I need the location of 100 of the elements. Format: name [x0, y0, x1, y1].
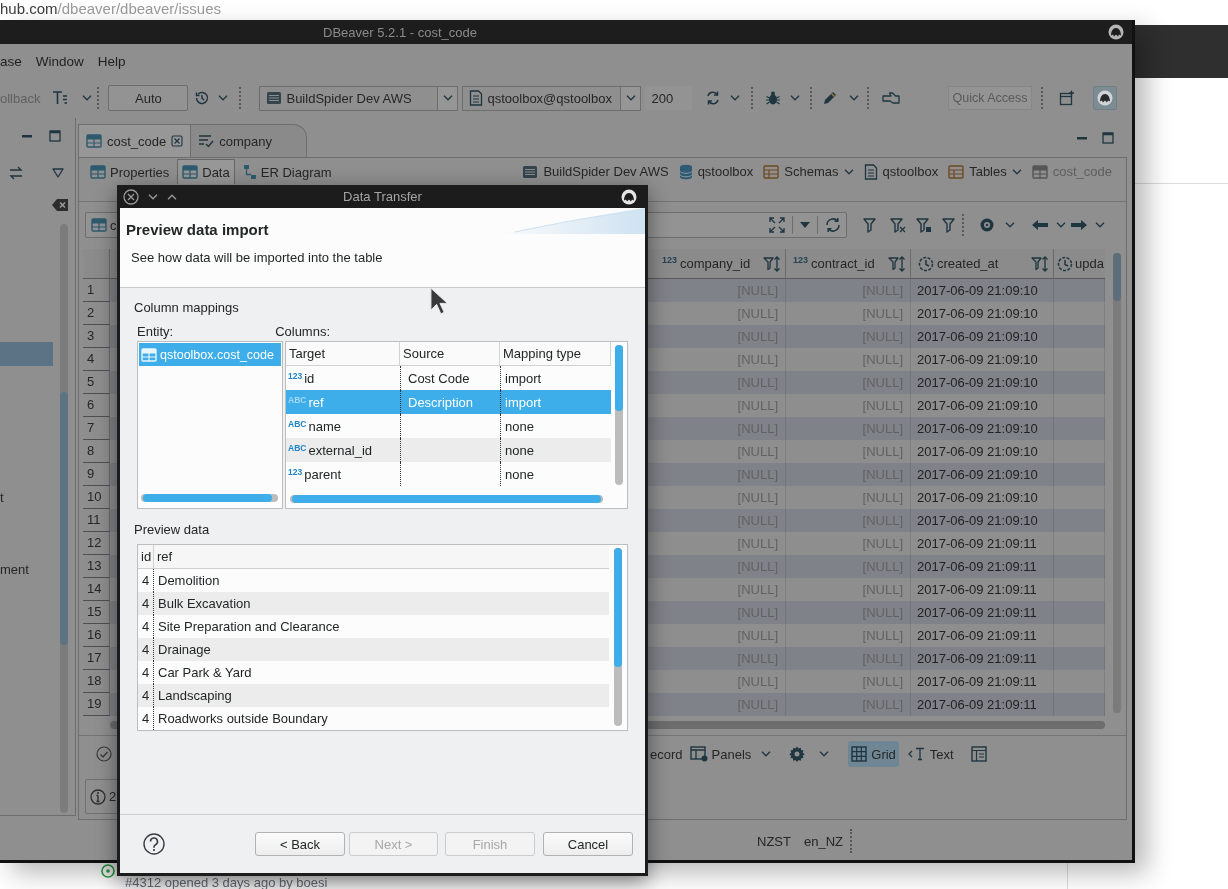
clock-icon	[1057, 255, 1073, 272]
chevron-down-icon[interactable]	[218, 95, 229, 101]
view-tab[interactable]: Properties	[85, 159, 175, 184]
close-icon[interactable]	[171, 135, 184, 147]
wizard-button[interactable]: Cancel	[543, 832, 633, 856]
view-tab[interactable]: ER Diagram	[237, 159, 337, 184]
dropdown-button[interactable]	[620, 86, 641, 110]
row-number: 3	[83, 325, 110, 348]
dropdown-button[interactable]	[437, 86, 458, 110]
table-cell: Landscaping	[153, 684, 232, 707]
menu-item[interactable]: Help	[97, 53, 126, 69]
breadcrumb-item[interactable]: qstoolbox	[863, 163, 939, 180]
history-icon[interactable]	[194, 90, 211, 106]
chevron-down-icon[interactable]	[82, 95, 93, 101]
tree-item[interactable]: ment	[0, 558, 53, 582]
breadcrumb-item[interactable]: Schemas	[763, 164, 854, 179]
vertical-scrollbar[interactable]	[615, 345, 623, 485]
column-header[interactable]: Source	[400, 342, 500, 365]
column-header[interactable]: upda	[1054, 249, 1105, 278]
expand-icon[interactable]	[769, 217, 785, 233]
chevron-down-icon[interactable]	[1095, 222, 1105, 228]
table-cell: Bulk Excavation	[153, 592, 251, 615]
caret-down-icon[interactable]	[800, 222, 810, 228]
chevron-down-icon[interactable]	[1005, 222, 1015, 228]
connection-combo[interactable]: BuildSpider Dev AWS	[259, 85, 459, 111]
check-circle-icon[interactable]	[96, 746, 112, 762]
chevron-down-icon[interactable]	[1056, 222, 1066, 228]
filter-clear-icon[interactable]	[890, 217, 906, 233]
menu-item[interactable]: ase	[0, 53, 22, 69]
text-format-icon[interactable]	[52, 90, 69, 106]
window-add-icon[interactable]	[1059, 90, 1076, 106]
editor-tab[interactable]: company	[191, 124, 307, 157]
fetch-size-field[interactable]: 200	[645, 86, 693, 110]
refresh-icon[interactable]	[825, 217, 841, 233]
close-icon[interactable]	[123, 188, 139, 205]
text-mode-icon	[907, 747, 926, 761]
menu-item[interactable]: Window	[35, 53, 84, 69]
breadcrumb-item[interactable]: qstoolbox	[678, 163, 754, 180]
row-number: 19	[83, 693, 110, 716]
triangle-down-icon[interactable]	[52, 168, 64, 178]
bug-icon[interactable]	[765, 90, 782, 106]
editor-tab[interactable]: cost_code	[78, 124, 192, 157]
help-icon[interactable]	[143, 833, 165, 855]
chevron-down-icon[interactable]	[819, 751, 830, 757]
settings-icon[interactable]	[789, 746, 806, 762]
row-number: 16	[83, 624, 110, 647]
table-cell: import	[500, 390, 611, 414]
filter-icon[interactable]	[942, 217, 958, 233]
perspective-button[interactable]	[1093, 86, 1118, 110]
vertical-scrollbar[interactable]	[1113, 253, 1121, 713]
maximize-icon[interactable]	[48, 129, 62, 143]
column-header[interactable]: Mapping type	[500, 342, 611, 365]
entity-item[interactable]: qstoolbox.cost_code	[139, 343, 281, 366]
column-header[interactable]: 123 contract_id	[786, 249, 911, 278]
swap-arrows-icon[interactable]	[8, 165, 24, 181]
horizontal-scrollbar[interactable]	[290, 495, 603, 503]
table-cell-text: 4	[141, 618, 151, 636]
column-header[interactable]: created_at	[911, 249, 1054, 278]
clear-icon[interactable]	[51, 198, 69, 212]
horizontal-scrollbar[interactable]	[141, 494, 278, 502]
table-cell: 2017-06-09 21:09:11	[911, 693, 1054, 716]
arrow-right-icon[interactable]	[1070, 219, 1088, 231]
column-header[interactable]: ref	[154, 545, 609, 568]
table-cell-text: 4	[141, 664, 151, 682]
filter-icon[interactable]	[863, 217, 879, 233]
target-icon[interactable]	[979, 217, 995, 233]
column-header[interactable]: Target	[286, 342, 400, 365]
arrow-left-icon[interactable]	[1031, 219, 1049, 231]
hand-icon[interactable]	[882, 91, 901, 105]
pen-icon[interactable]	[822, 90, 839, 106]
table-icon	[182, 165, 199, 179]
breadcrumb-item[interactable]: BuildSpider Dev AWS	[522, 163, 669, 180]
row-number: 9	[83, 463, 110, 486]
schema-combo[interactable]: qstoolbox@qstoolbox	[462, 85, 642, 111]
row-number: 6	[83, 394, 110, 417]
vertical-scrollbar[interactable]	[60, 224, 68, 813]
wizard-button[interactable]: < Back	[255, 832, 345, 856]
maximize-icon[interactable]	[1101, 130, 1115, 145]
panels-button[interactable]: Panels	[689, 741, 772, 767]
chevron-down-icon	[625, 95, 636, 101]
view-tab[interactable]: Data	[177, 159, 235, 184]
chevron-down-icon[interactable]	[730, 95, 741, 101]
commit-mode-button[interactable]: Auto	[108, 85, 189, 111]
chevron-down-icon[interactable]	[148, 193, 158, 200]
tree-item[interactable]: t	[0, 486, 53, 510]
chevron-up-icon[interactable]	[167, 193, 177, 200]
field-label: Columns:	[275, 324, 331, 340]
chevron-down-icon[interactable]	[790, 95, 801, 101]
breadcrumb-item[interactable]: Tables	[948, 164, 1022, 179]
view-toggle[interactable]: Text	[904, 741, 957, 767]
sync-icon[interactable]	[705, 90, 722, 106]
layout-icon[interactable]	[970, 746, 987, 762]
table-cell-text: 4	[141, 687, 151, 705]
column-header[interactable]: id	[138, 545, 154, 568]
chevron-down-icon[interactable]	[849, 95, 860, 101]
vertical-scrollbar[interactable]	[614, 548, 622, 726]
column-header[interactable]: 123 company_id	[655, 249, 786, 278]
view-toggle[interactable]: Grid	[848, 741, 899, 767]
quick-access-field[interactable]: Quick Access	[948, 86, 1033, 110]
record-button[interactable]: ecord	[650, 741, 683, 767]
